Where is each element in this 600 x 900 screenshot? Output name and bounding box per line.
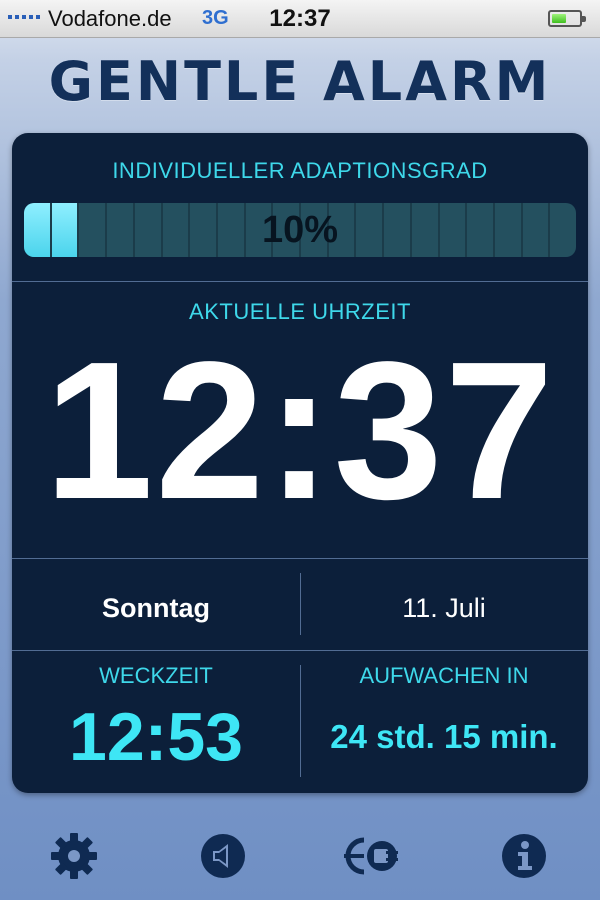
date: 11. Juli — [300, 573, 588, 643]
battery-icon — [548, 10, 582, 27]
gear-icon — [48, 830, 100, 882]
countdown-label: AUFWACHEN IN — [300, 663, 588, 689]
main-panel: INDIVIDUELLER ADAPTIONSGRAD 10% AKTUELLE… — [12, 133, 588, 793]
wake-time-label: WECKZEIT — [12, 663, 300, 689]
status-bar: Vodafone.de 3G 12:37 — [0, 0, 600, 38]
adaption-value: 10% — [12, 203, 588, 257]
countdown-value: 24 std. 15 min. — [300, 718, 588, 756]
wake-time[interactable]: 12:53 — [12, 698, 300, 776]
weekday: Sonntag — [12, 573, 300, 643]
power-plug-button[interactable] — [341, 826, 413, 886]
divider — [12, 558, 588, 559]
current-time: 12:37 — [12, 331, 588, 531]
info-button[interactable] — [494, 826, 554, 886]
adaption-label: INDIVIDUELLER ADAPTIONSGRAD — [12, 158, 588, 184]
sound-button[interactable] — [193, 826, 253, 886]
bottom-toolbar — [0, 820, 600, 890]
divider — [12, 281, 588, 282]
plug-icon — [342, 832, 412, 880]
settings-button[interactable] — [44, 826, 104, 886]
speaker-icon — [199, 832, 247, 880]
status-time: 12:37 — [0, 5, 600, 33]
battery-level — [552, 14, 566, 23]
info-icon — [500, 832, 548, 880]
divider — [12, 650, 588, 651]
app-title: GENTLE ALARM — [0, 50, 600, 113]
